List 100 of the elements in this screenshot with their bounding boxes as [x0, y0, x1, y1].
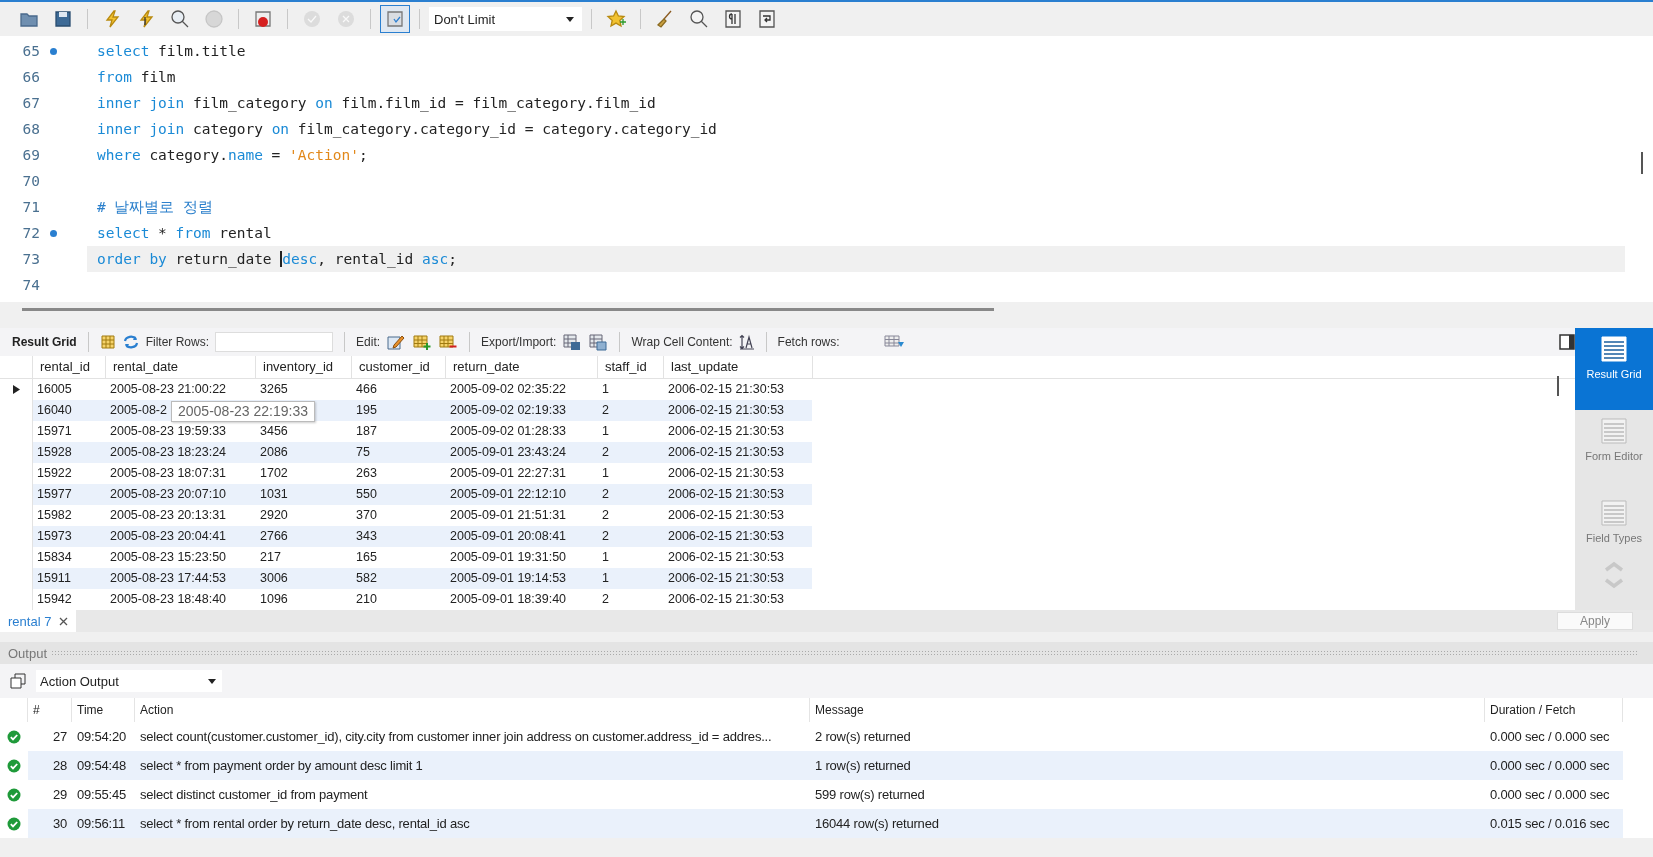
table-cell: 2005-09-01 22:12:10 — [450, 487, 567, 501]
wrap-cell-label: Wrap Cell Content: — [631, 335, 733, 349]
table-cell: 15973 — [37, 529, 72, 543]
pencil-icon[interactable] — [386, 333, 407, 351]
form-editor-tab[interactable]: Form Editor — [1578, 410, 1650, 492]
field-types-tab[interactable]: Field Types — [1578, 492, 1650, 574]
table-cell: 1 — [602, 382, 609, 396]
tooltip: 2005-08-23 22:19:33 — [171, 401, 315, 422]
copy-icon[interactable] — [10, 673, 26, 689]
table-cell: 3006 — [260, 571, 288, 585]
table-cell: 2 — [602, 487, 609, 501]
scrollbar-thumb[interactable] — [1557, 376, 1559, 396]
grid-icon[interactable] — [99, 334, 116, 350]
result-tab[interactable]: rental 7 — [0, 610, 77, 632]
table-cell: 2 — [602, 508, 609, 522]
column-header[interactable]: return_date — [446, 356, 598, 378]
export-icon[interactable] — [562, 333, 583, 351]
column-header[interactable]: customer_id — [352, 356, 446, 378]
table-cell: 16005 — [37, 382, 72, 396]
table-cell: 2005-08-23 18:23:24 — [110, 445, 227, 459]
filter-field[interactable] — [215, 332, 334, 352]
table-cell: 15971 — [37, 424, 72, 438]
table-cell: 2005-09-01 20:08:41 — [450, 529, 567, 543]
import-icon[interactable] — [588, 333, 609, 351]
wrap-text-icon[interactable] — [738, 334, 755, 350]
table-cell: 2005-08-23 15:23:50 — [110, 550, 227, 564]
result-grid-tab[interactable]: Result Grid — [1575, 328, 1653, 410]
table-cell: 0.015 sec / 0.016 sec — [1485, 809, 1623, 838]
table-cell: 2005-08-23 20:07:10 — [110, 487, 227, 501]
code-line: select film.title — [97, 42, 247, 61]
table-cell: 2006-02-15 21:30:53 — [668, 592, 785, 606]
table-cell: 2 — [602, 592, 609, 606]
code-line: order by return_date desc, rental_id asc; — [97, 250, 458, 270]
table-cell: 550 — [356, 487, 377, 501]
export-import-label: Export/Import: — [481, 335, 557, 349]
table-cell: 15942 — [37, 592, 72, 606]
output-type-dropdown[interactable]: Action Output — [36, 670, 222, 692]
table-cell: select * from rental order by return_date desc, rental_id asc — [135, 809, 810, 838]
table-cell: 15834 — [37, 550, 72, 564]
field-list-icon — [1599, 498, 1629, 528]
column-header[interactable]: Time — [72, 698, 135, 722]
table-cell-text: 0.000 sec / 0.000 sec — [1489, 786, 1611, 804]
table-cell: 2005-08-23 21:00:22 — [110, 382, 227, 396]
table-cell: 2005-09-01 23:43:24 — [450, 445, 567, 459]
fetch-icon[interactable] — [883, 334, 906, 350]
refresh-icon[interactable] — [121, 334, 140, 350]
limit-dropdown[interactable]: Don't Limit — [429, 7, 582, 31]
table-cell: 2766 — [260, 529, 288, 543]
column-header[interactable]: inventory_id — [256, 356, 352, 378]
table-cell: 2006-02-15 21:30:53 — [668, 382, 785, 396]
statement-marker — [50, 47, 57, 55]
table-cell: 2005-08-2 — [110, 403, 167, 417]
column-header[interactable]: staff_id — [598, 356, 664, 378]
table-cell: 217 — [260, 550, 281, 564]
autocommit-icon[interactable] — [380, 5, 410, 33]
scrollbar-thumb[interactable] — [1641, 152, 1643, 174]
column-header[interactable]: Action — [135, 698, 810, 722]
table-cell-text: select count(customer.customer_id), city.city from customer inner join address on customer.address_id = addres... — [139, 728, 773, 746]
apply-button[interactable]: Apply — [1557, 612, 1633, 630]
column-header[interactable]: last_update — [664, 356, 813, 378]
code-line: inner join film_category on film.film_id = film_category.film_id — [97, 94, 657, 114]
table-cell: 1 row(s) returned — [810, 751, 1485, 780]
column-header[interactable]: rental_id — [33, 356, 106, 378]
add-row-icon[interactable] — [412, 333, 433, 351]
table-cell: 15982 — [37, 508, 72, 522]
success-icon — [7, 729, 21, 744]
table-cell-text: 29 — [51, 786, 68, 804]
table-cell: 2005-09-01 22:27:31 — [450, 466, 567, 480]
column-header[interactable]: Message — [810, 698, 1485, 722]
table-cell: 16044 row(s) returned — [810, 809, 1485, 838]
table-cell: 15928 — [37, 445, 72, 459]
table-cell: 2920 — [260, 508, 288, 522]
table-cell: 1 — [602, 466, 609, 480]
caret-icon — [208, 678, 216, 684]
column-header[interactable]: rental_date — [106, 356, 256, 378]
close-icon[interactable] — [59, 616, 69, 626]
table-cell: 2006-02-15 21:30:53 — [668, 529, 785, 543]
table-cell: 466 — [356, 382, 377, 396]
table-cell: 2005-08-23 17:44:53 — [110, 571, 227, 585]
scrollbar-thumb[interactable] — [22, 308, 994, 311]
delete-row-icon[interactable] — [438, 333, 459, 351]
table-cell: 2005-08-23 18:48:40 — [110, 592, 227, 606]
line-number: 65 — [21, 43, 40, 59]
table-cell: 2006-02-15 21:30:53 — [668, 424, 785, 438]
table-cell: 2006-02-15 21:30:53 — [668, 403, 785, 417]
edit-label: Edit: — [356, 335, 381, 349]
column-header[interactable]: Duration / Fetch — [1485, 698, 1623, 722]
table-cell: 28 — [28, 751, 72, 780]
table-cell: 2 — [602, 445, 609, 459]
column-header[interactable]: # — [28, 698, 72, 722]
panel-toggle-icon[interactable] — [1559, 334, 1575, 350]
table-cell-text: 0.000 sec / 0.000 sec — [1489, 728, 1611, 746]
code-line: select * from rental — [97, 224, 273, 243]
table-cell: 2005-08-23 18:07:31 — [110, 466, 227, 480]
code-line: # 날짜별로 정렬 — [97, 198, 215, 217]
table-cell: 2006-02-15 21:30:53 — [668, 550, 785, 564]
table-cell: 3456 — [260, 424, 288, 438]
table-cell-text: 2 row(s) returned — [814, 728, 912, 746]
table-cell: 15977 — [37, 487, 72, 501]
code-line: where category.name = 'Action'; — [97, 146, 369, 165]
